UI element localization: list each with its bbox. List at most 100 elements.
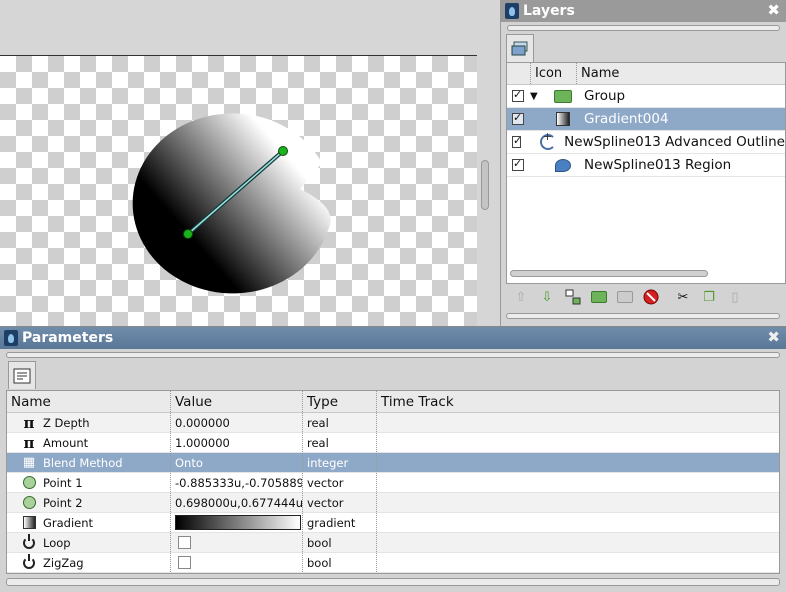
pi-icon: π: [23, 413, 35, 432]
layer-row-advanced-outline[interactable]: NewSpline013 Advanced Outline: [507, 130, 785, 154]
layer-name: Group: [584, 88, 626, 104]
duplicate-layer-icon[interactable]: [564, 288, 582, 306]
layer-row-gradient[interactable]: Gradient004: [507, 108, 785, 131]
layer-visibility-checkbox[interactable]: [512, 134, 522, 148]
parameters-close-icon[interactable]: ✖: [767, 329, 780, 345]
layer-visibility-checkbox[interactable]: [512, 111, 524, 125]
parameters-bottom-handle[interactable]: [6, 578, 780, 586]
param-type: integer: [303, 453, 377, 472]
param-value[interactable]: Onto: [171, 453, 303, 472]
advanced-outline-icon: [539, 130, 556, 150]
parameters-table: Name Value Type Time Track π Z Depth 0.00…: [6, 390, 780, 574]
layers-stack-icon: [511, 41, 528, 55]
layers-panel-title: Layers: [523, 3, 575, 19]
layers-table: Icon Name ▼ Group Gradient004 NewSpline0…: [506, 62, 786, 284]
lower-layer-icon[interactable]: ⇩: [538, 288, 556, 306]
zigzag-checkbox[interactable]: [178, 556, 191, 569]
work-canvas[interactable]: [0, 55, 477, 326]
param-time-track[interactable]: [377, 533, 779, 552]
layers-horizontal-scrollbar[interactable]: [510, 270, 708, 277]
loop-checkbox[interactable]: [178, 536, 191, 549]
param-name: Blend Method: [43, 455, 123, 470]
param-type: vector: [303, 473, 377, 492]
param-row-amount[interactable]: π Amount 1.000000 real: [7, 433, 779, 453]
layers-table-header: Icon Name: [507, 63, 785, 85]
expand-arrow-icon[interactable]: ▼: [530, 91, 548, 102]
param-type: gradient: [303, 513, 377, 532]
param-name: Loop: [43, 535, 71, 550]
parameters-rows: π Z Depth 0.000000 real π Amount 1.000000 …: [7, 413, 779, 573]
param-row-z-depth[interactable]: π Z Depth 0.000000 real: [7, 413, 779, 433]
raise-layer-icon[interactable]: ⇧: [512, 288, 530, 306]
param-value[interactable]: 0.698000u,0.677444u: [171, 493, 303, 512]
gradient-point-1-handle[interactable]: [183, 229, 193, 239]
pi-icon: π: [23, 433, 35, 452]
parameters-top-handle[interactable]: [6, 352, 780, 358]
param-row-point-2[interactable]: Point 2 0.698000u,0.677444u vector: [7, 493, 779, 513]
param-value[interactable]: -0.885333u,-0.705889u: [171, 473, 303, 492]
param-type: bool: [303, 533, 377, 552]
group-layer-icon[interactable]: [590, 288, 608, 306]
params-col-name[interactable]: Name: [7, 391, 171, 412]
point-icon: [22, 476, 36, 489]
parameters-panel-title-bar[interactable]: Parameters: [0, 327, 786, 349]
param-name: Point 1: [43, 475, 83, 490]
layers-tab[interactable]: [506, 34, 534, 62]
layers-toolbar: ⇧ ⇩ ✂ ❐ ▯: [506, 286, 786, 308]
param-row-point-1[interactable]: Point 1 -0.885333u,-0.705889u vector: [7, 473, 779, 493]
encapsulate-icon[interactable]: [616, 288, 634, 306]
gradient-point-2-handle[interactable]: [278, 146, 288, 156]
param-name: Z Depth: [43, 415, 90, 430]
canvas-scrollbar[interactable]: [481, 160, 489, 210]
param-time-track[interactable]: [377, 433, 779, 452]
parameters-tab[interactable]: [8, 361, 36, 389]
layer-visibility-checkbox[interactable]: [512, 157, 524, 171]
canvas-drawing: [132, 113, 331, 294]
param-value[interactable]: 0.000000: [171, 413, 303, 432]
param-time-track[interactable]: [377, 513, 779, 532]
layer-row-group[interactable]: ▼ Group: [507, 85, 785, 108]
parameters-table-header: Name Value Type Time Track: [7, 391, 779, 413]
params-col-type[interactable]: Type: [303, 391, 377, 412]
canvas-area: [0, 0, 500, 326]
layers-panel-title-bar[interactable]: Layers: [501, 0, 786, 22]
pacman-shape[interactable]: [132, 113, 331, 294]
param-time-track[interactable]: [377, 493, 779, 512]
param-row-gradient[interactable]: Gradient gradient: [7, 513, 779, 533]
param-type: bool: [303, 553, 377, 572]
param-time-track[interactable]: [377, 413, 779, 432]
layers-close-icon[interactable]: ✖: [767, 2, 780, 18]
parameters-panel-title: Parameters: [22, 330, 114, 346]
param-row-zigzag[interactable]: ZigZag bool: [7, 553, 779, 573]
parameters-tab-icon: [13, 368, 31, 383]
layer-visibility-checkbox[interactable]: [512, 88, 524, 102]
layers-top-handle[interactable]: [507, 25, 780, 31]
params-col-time-track[interactable]: Time Track: [377, 391, 779, 412]
params-col-value[interactable]: Value: [171, 391, 303, 412]
synfig-app-icon: [4, 330, 18, 346]
param-name: ZigZag: [43, 555, 84, 570]
param-value[interactable]: 1.000000: [171, 433, 303, 452]
blend-icon: ▦: [22, 455, 36, 470]
param-row-blend-method[interactable]: ▦ Blend Method Onto integer: [7, 453, 779, 473]
gradient-icon: [556, 112, 570, 126]
layers-col-icon[interactable]: Icon: [531, 63, 577, 84]
param-time-track[interactable]: [377, 473, 779, 492]
param-time-track[interactable]: [377, 553, 779, 572]
param-time-track[interactable]: [377, 453, 779, 472]
cut-icon[interactable]: ✂: [674, 288, 692, 306]
param-row-loop[interactable]: Loop bool: [7, 533, 779, 553]
param-name: Point 2: [43, 495, 83, 510]
paste-icon[interactable]: ▯: [726, 288, 744, 306]
layers-col-check: [507, 63, 531, 84]
param-type: real: [303, 433, 377, 452]
copy-icon[interactable]: ❐: [700, 288, 718, 306]
power-icon: [23, 553, 35, 569]
layer-row-region[interactable]: NewSpline013 Region: [507, 154, 785, 177]
delete-layer-icon[interactable]: [642, 288, 660, 306]
layers-bottom-handle[interactable]: [506, 313, 780, 319]
gradient-swatch[interactable]: [175, 515, 301, 530]
layers-col-name[interactable]: Name: [577, 63, 785, 84]
param-name: Amount: [43, 435, 89, 450]
power-icon: [23, 533, 35, 549]
